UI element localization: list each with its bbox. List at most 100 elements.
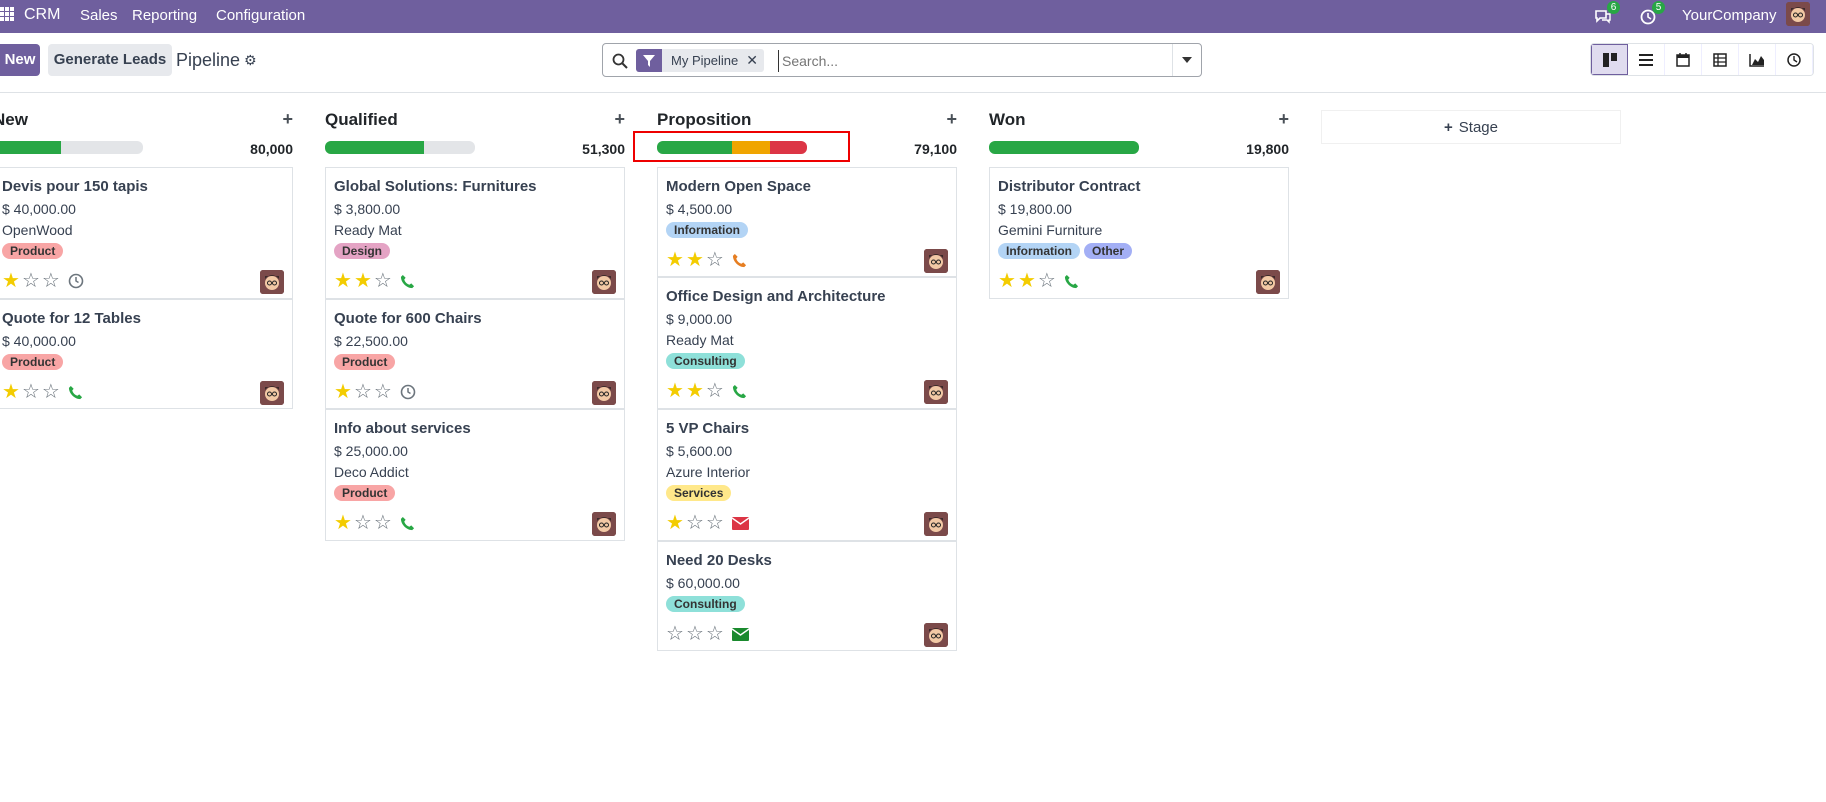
progress-segment-red[interactable] — [769, 141, 807, 154]
progress-segment-green[interactable] — [989, 141, 1139, 154]
star-icon[interactable]: ☆ — [374, 382, 392, 402]
new-button[interactable]: New — [0, 44, 40, 76]
search-input[interactable] — [778, 50, 1168, 72]
star-icon[interactable]: ★ — [666, 513, 684, 533]
opportunity-card[interactable]: Need 20 Desks $ 60,000.00 Consulting ☆ ☆ ☆ — [657, 541, 957, 651]
app-brand[interactable]: CRM — [24, 3, 60, 27]
menu-sales[interactable]: Sales — [80, 4, 118, 28]
star-icon[interactable]: ★ — [1018, 271, 1036, 291]
activity-button[interactable] — [400, 274, 415, 289]
clock-icon[interactable] — [68, 273, 84, 289]
activity-button[interactable] — [68, 385, 83, 400]
opportunity-card[interactable]: Distributor Contract $ 19,800.00 Gemini Fu… — [989, 167, 1289, 299]
quick-create-icon[interactable]: + — [1278, 109, 1289, 130]
pivot-view-button[interactable] — [1702, 44, 1739, 75]
salesperson-avatar[interactable] — [592, 512, 616, 536]
star-icon[interactable]: ★ — [334, 513, 352, 533]
quick-create-icon[interactable]: + — [614, 109, 625, 130]
search-options-toggle[interactable] — [1172, 44, 1201, 76]
column-progress-bar[interactable] — [989, 141, 1139, 154]
company-switcher[interactable]: YourCompany — [1682, 4, 1777, 28]
salesperson-avatar[interactable] — [592, 270, 616, 294]
star-icon[interactable]: ☆ — [354, 513, 372, 533]
column-progress-bar[interactable] — [657, 141, 807, 154]
apps-menu-icon[interactable] — [0, 5, 14, 23]
opportunity-card[interactable]: Modern Open Space $ 4,500.00 Information ★ ★… — [657, 167, 957, 277]
phone-icon[interactable] — [400, 516, 415, 531]
column-title[interactable]: New — [0, 110, 28, 130]
phone-icon[interactable] — [732, 384, 747, 399]
search-icon[interactable] — [611, 52, 629, 70]
star-icon[interactable]: ★ — [686, 381, 704, 401]
opportunity-card[interactable]: Office Design and Architecture $ 9,000.00… — [657, 277, 957, 409]
star-icon[interactable]: ★ — [354, 271, 372, 291]
column-title[interactable]: Proposition — [657, 110, 751, 130]
star-icon[interactable]: ★ — [334, 271, 352, 291]
activity-button[interactable] — [731, 516, 749, 530]
remove-facet-icon[interactable]: ✕ — [746, 52, 764, 69]
calendar-view-button[interactable] — [1665, 44, 1702, 75]
activity-button[interactable] — [1064, 274, 1079, 289]
quick-create-icon[interactable]: + — [282, 109, 293, 130]
progress-segment-green[interactable] — [657, 141, 732, 154]
activity-view-button[interactable] — [1776, 44, 1813, 75]
salesperson-avatar[interactable] — [924, 380, 948, 404]
envelope-icon[interactable] — [731, 627, 749, 641]
star-icon[interactable]: ☆ — [42, 382, 60, 402]
activity-button[interactable] — [68, 273, 84, 289]
salesperson-avatar[interactable] — [1256, 270, 1280, 294]
star-icon[interactable]: ☆ — [706, 250, 724, 270]
star-icon[interactable]: ☆ — [22, 382, 40, 402]
generate-leads-button[interactable]: Generate Leads — [48, 44, 172, 76]
star-icon[interactable]: ☆ — [706, 624, 724, 644]
salesperson-avatar[interactable] — [260, 270, 284, 294]
user-avatar[interactable] — [1786, 2, 1810, 26]
opportunity-card[interactable]: Info about services $ 25,000.00 Deco Addic… — [325, 409, 625, 541]
star-icon[interactable]: ☆ — [706, 381, 724, 401]
activity-button[interactable] — [400, 516, 415, 531]
salesperson-avatar[interactable] — [924, 623, 948, 647]
star-icon[interactable]: ☆ — [1038, 271, 1056, 291]
phone-icon[interactable] — [732, 253, 747, 268]
opportunity-card[interactable]: Quote for 600 Chairs $ 22,500.00 Product ★ ☆… — [325, 299, 625, 409]
column-progress-bar[interactable] — [325, 141, 475, 154]
graph-view-button[interactable] — [1739, 44, 1776, 75]
activity-button[interactable] — [400, 384, 416, 400]
progress-segment-orange[interactable] — [732, 141, 770, 154]
star-icon[interactable]: ★ — [666, 381, 684, 401]
activity-button[interactable] — [732, 253, 747, 268]
salesperson-avatar[interactable] — [592, 381, 616, 405]
star-icon[interactable]: ☆ — [22, 271, 40, 291]
progress-segment-green[interactable] — [0, 141, 61, 154]
star-icon[interactable]: ★ — [998, 271, 1016, 291]
kanban-view-button[interactable] — [1591, 44, 1628, 75]
list-view-button[interactable] — [1628, 44, 1665, 75]
phone-icon[interactable] — [1064, 274, 1079, 289]
menu-reporting[interactable]: Reporting — [132, 4, 197, 28]
add-stage-button[interactable]: + Stage — [1322, 111, 1620, 143]
search-bar[interactable]: My Pipeline ✕ — [602, 43, 1202, 77]
salesperson-avatar[interactable] — [924, 249, 948, 273]
star-icon[interactable]: ☆ — [374, 271, 392, 291]
star-icon[interactable]: ★ — [2, 382, 20, 402]
opportunity-card[interactable]: Devis pour 150 tapis $ 40,000.00 OpenWood P… — [0, 167, 293, 299]
salesperson-avatar[interactable] — [260, 381, 284, 405]
progress-segment-green[interactable] — [325, 141, 424, 154]
column-progress-bar[interactable] — [0, 141, 143, 154]
star-icon[interactable]: ★ — [334, 382, 352, 402]
clock-icon[interactable] — [400, 384, 416, 400]
star-icon[interactable]: ☆ — [706, 513, 724, 533]
envelope-icon[interactable] — [731, 516, 749, 530]
opportunity-card[interactable]: Quote for 12 Tables $ 40,000.00 Product ★ ☆ ☆ — [0, 299, 293, 409]
column-title[interactable]: Won — [989, 110, 1026, 130]
star-icon[interactable]: ☆ — [354, 382, 372, 402]
activities-button[interactable]: 5 — [1640, 0, 1665, 33]
star-icon[interactable]: ★ — [666, 250, 684, 270]
activity-button[interactable] — [731, 627, 749, 641]
activity-button[interactable] — [732, 384, 747, 399]
star-icon[interactable]: ☆ — [374, 513, 392, 533]
menu-configuration[interactable]: Configuration — [216, 4, 305, 28]
opportunity-card[interactable]: 5 VP Chairs $ 5,600.00 Azure Interior Servi… — [657, 409, 957, 541]
star-icon[interactable]: ☆ — [666, 624, 684, 644]
opportunity-card[interactable]: Global Solutions: Furnitures $ 3,800.00 Re… — [325, 167, 625, 299]
